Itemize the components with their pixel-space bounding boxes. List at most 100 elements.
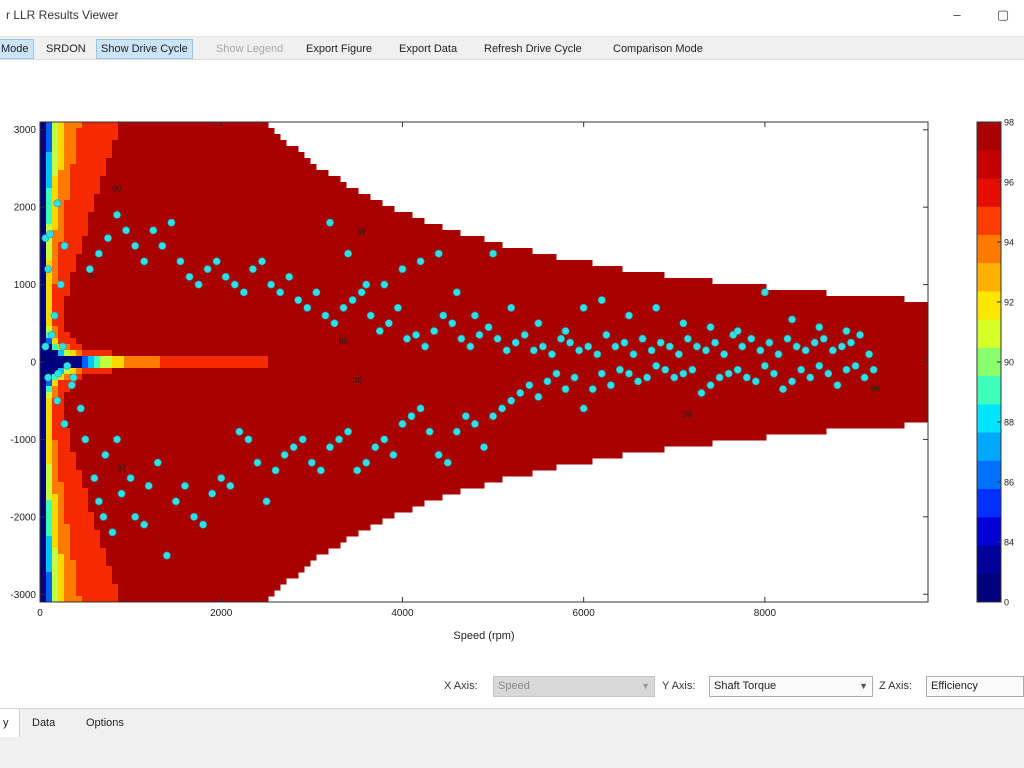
contour-cell <box>406 440 413 447</box>
contour-cell <box>334 242 341 249</box>
contour-cell <box>394 386 401 393</box>
contour-cell <box>94 350 101 357</box>
contour-cell <box>112 374 119 381</box>
contour-cell <box>184 404 191 411</box>
contour-cell <box>58 590 65 597</box>
contour-cell <box>136 374 143 381</box>
contour-cell <box>166 476 173 483</box>
maximize-button[interactable]: ▢ <box>990 4 1016 26</box>
contour-cell <box>154 218 161 225</box>
contour-cell <box>268 458 275 465</box>
contour-cell <box>106 398 113 405</box>
contour-cell <box>316 386 323 393</box>
contour-cell <box>130 308 137 315</box>
contour-cell <box>178 536 185 543</box>
contour-cell <box>232 128 239 135</box>
contour-cell <box>250 170 257 177</box>
contour-cell <box>220 524 227 531</box>
contour-cell <box>136 536 143 543</box>
contour-cell <box>52 290 59 297</box>
srdon-button[interactable]: SRDON <box>42 39 90 59</box>
contour-cell <box>46 284 53 291</box>
contour-cell <box>316 188 323 195</box>
contour-cell <box>70 152 77 159</box>
contour-cell <box>58 188 65 195</box>
contour-cell <box>52 488 59 495</box>
contour-cell <box>76 362 83 369</box>
contour-cell <box>292 452 299 459</box>
contour-cell <box>268 476 275 483</box>
contour-cell <box>106 488 113 495</box>
contour-cell <box>376 476 383 483</box>
contour-cell <box>256 398 263 405</box>
contour-cell <box>64 434 71 441</box>
comparison-mode-button[interactable]: Comparison Mode <box>609 39 707 59</box>
contour-cell <box>124 164 131 171</box>
contour-cell <box>328 290 335 297</box>
contour-cell <box>334 482 341 489</box>
refresh-drive-cycle-button[interactable]: Refresh Drive Cycle <box>480 39 586 59</box>
contour-cell <box>202 470 209 477</box>
contour-cell <box>262 182 269 189</box>
contour-cell <box>232 494 239 501</box>
contour-cell <box>262 320 269 327</box>
contour-cell <box>124 440 131 447</box>
contour-cell <box>226 536 233 543</box>
efficiency-map-chart[interactable]: 90949896969298960 2000 4000 6000 8000-3000-2… <box>0 60 1024 672</box>
contour-cell <box>76 488 83 495</box>
contour-cell <box>250 572 257 579</box>
mode-button[interactable]: Mode <box>0 39 34 59</box>
contour-cell <box>202 122 209 129</box>
contour-cell <box>238 488 245 495</box>
contour-cell <box>430 338 437 345</box>
contour-cell <box>232 242 239 249</box>
show-drive-cycle-button[interactable]: Show Drive Cycle <box>96 39 193 59</box>
contour-cell <box>274 506 281 513</box>
contour-cell <box>130 404 137 411</box>
contour-cell <box>232 524 239 531</box>
contour-cell <box>178 578 185 585</box>
export-data-button[interactable]: Export Data <box>395 39 461 59</box>
contour-cell <box>358 500 365 507</box>
contour-cell <box>106 272 113 279</box>
contour-cell <box>430 410 437 417</box>
contour-cell <box>382 422 389 429</box>
contour-cell <box>184 200 191 207</box>
contour-cell <box>166 122 173 129</box>
contour-cell <box>358 482 365 489</box>
contour-cell <box>52 530 59 537</box>
contour-cell <box>370 518 377 525</box>
contour-cell <box>58 542 65 549</box>
contour-cell <box>76 386 83 393</box>
contour-cell <box>124 254 131 261</box>
contour-cell <box>280 158 287 165</box>
contour-cell <box>76 542 83 549</box>
contour-cell <box>328 524 335 531</box>
contour-cell <box>166 404 173 411</box>
contour-cell <box>244 464 251 471</box>
contour-cell <box>178 572 185 579</box>
export-figure-button[interactable]: Export Figure <box>302 39 376 59</box>
contour-cell <box>112 452 119 459</box>
contour-cell <box>448 362 455 369</box>
contour-cell <box>244 338 251 345</box>
contour-cell <box>202 560 209 567</box>
contour-cell <box>214 326 221 333</box>
contour-cell <box>214 182 221 189</box>
contour-cell <box>136 206 143 213</box>
contour-cell <box>166 176 173 183</box>
minimize-button[interactable]: – <box>944 4 970 26</box>
contour-cell <box>304 362 311 369</box>
contour-cell <box>160 260 167 267</box>
contour-cell <box>148 506 155 513</box>
contour-cell <box>112 158 119 165</box>
show-legend-button[interactable]: Show Legend <box>212 39 287 59</box>
contour-cell <box>232 404 239 411</box>
contour-cell <box>214 314 221 321</box>
contour-cell <box>280 530 287 537</box>
contour-cell <box>106 494 113 501</box>
contour-cell <box>142 320 149 327</box>
contour-cell <box>280 356 287 363</box>
contour-cell <box>136 416 143 423</box>
contour-cell <box>250 206 257 213</box>
